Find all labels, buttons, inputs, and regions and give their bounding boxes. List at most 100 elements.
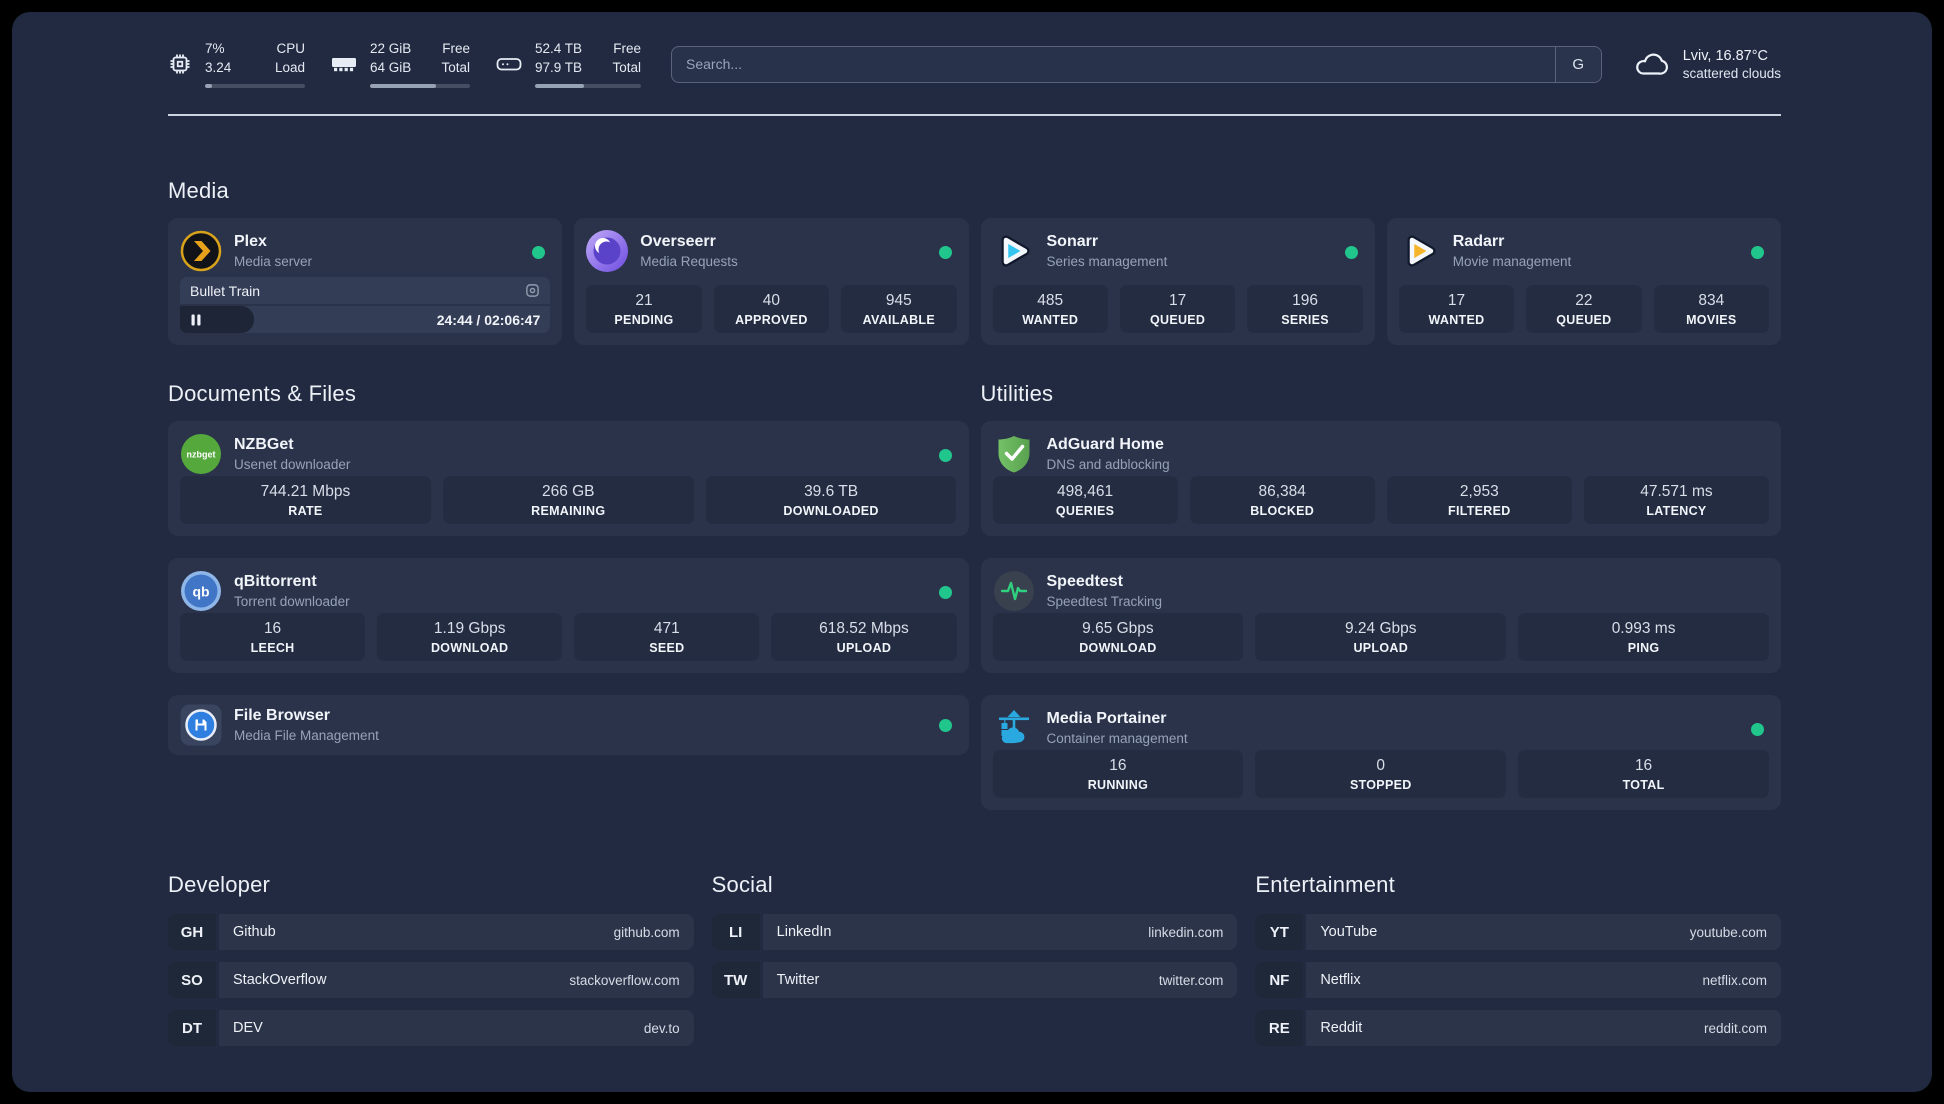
status-dot xyxy=(938,246,952,259)
stat-value: 16 xyxy=(1109,756,1127,774)
overseerr-stats: 21 PENDING 40 APPROVED 945 AVAILABLE xyxy=(586,285,957,333)
stat-upload: 618.52 Mbps UPLOAD xyxy=(771,613,957,661)
app-card-overseerr[interactable]: Overseerr Media Requests 21 PENDING 40 A… xyxy=(574,218,969,345)
bookmark-netflix[interactable]: NF Netflix netflix.com xyxy=(1255,962,1781,998)
stat-label: DOWNLOAD xyxy=(430,640,509,655)
header-divider xyxy=(168,114,1781,116)
app-card-portainer[interactable]: Media Portainer Container management 16 … xyxy=(980,695,1781,810)
playback-progress-bar[interactable]: 24:44 / 02:06:47 xyxy=(180,306,551,333)
plex-icon xyxy=(180,230,222,272)
adguard-stats: 498,461 QUERIES 86,384 BLOCKED 2,953 FIL… xyxy=(992,476,1769,524)
stat-pending: 21 PENDING xyxy=(586,285,702,333)
bookmark-abbr: SO xyxy=(168,962,216,998)
stat-label: MOVIES xyxy=(1686,312,1737,327)
stat-value: 0.993 ms xyxy=(1611,619,1676,637)
stat-series: 196 SERIES xyxy=(1247,285,1363,333)
section-title-utilities: Utilities xyxy=(980,381,1054,406)
stat-label: PENDING xyxy=(614,312,674,327)
cpu-stat-body: 7% 3.24 CPU Load xyxy=(205,40,305,89)
cpu-icon xyxy=(168,52,192,76)
search-input[interactable] xyxy=(672,46,1555,82)
app-card-nzbget[interactable]: nzbget NZBGet Usenet downloader 744.21 M… xyxy=(168,421,969,536)
stat-movies: 834 MOVIES xyxy=(1653,285,1770,333)
app-title: Plex xyxy=(234,233,267,250)
app-card-plex[interactable]: Plex Media server Bullet Train 24:44 / 0… xyxy=(168,218,563,345)
app-title: Radarr xyxy=(1452,233,1505,250)
media-type-icon xyxy=(525,283,540,298)
documents-cards: nzbget NZBGet Usenet downloader 744.21 M… xyxy=(168,421,969,755)
status-dot xyxy=(938,449,952,462)
stat-wanted: 485 WANTED xyxy=(992,285,1108,333)
bookmark-abbr: NF xyxy=(1255,962,1304,998)
plex-header: Plex Media server xyxy=(180,230,550,272)
stat-label: DOWNLOADED xyxy=(783,503,879,518)
stat-label: RATE xyxy=(288,503,323,518)
media-cards-row: Plex Media server Bullet Train 24:44 / 0… xyxy=(168,218,1781,345)
sonarr-icon xyxy=(993,230,1035,272)
bookmark-stackoverflow[interactable]: SO StackOverflow stackoverflow.com xyxy=(168,962,694,998)
stat-download: 1.19 Gbps DOWNLOAD xyxy=(377,613,563,661)
memory-total-value: 64 GiB xyxy=(370,59,412,75)
bookmark-group-title: Social xyxy=(711,872,773,897)
stat-label: UPLOAD xyxy=(1353,640,1409,655)
bookmark-group-entertainment: Entertainment YT YouTube youtube.com NF … xyxy=(1255,872,1781,1058)
stat-filtered: 2,953 FILTERED xyxy=(1386,476,1572,524)
bookmark-url: youtube.com xyxy=(1689,924,1767,940)
app-card-radarr[interactable]: Radarr Movie management 17 WANTED 22 QUE… xyxy=(1386,218,1781,345)
stat-value: 17 xyxy=(1447,291,1466,309)
stat-value: 47.571 ms xyxy=(1640,482,1713,500)
stat-value: 40 xyxy=(762,291,780,309)
bookmark-twitter[interactable]: TW Twitter twitter.com xyxy=(711,962,1238,998)
bookmark-name: LinkedIn xyxy=(776,924,832,940)
stat-label: SERIES xyxy=(1281,312,1329,327)
disk-progress-bar xyxy=(535,83,641,89)
stat-queued: 22 QUEUED xyxy=(1526,285,1642,333)
nzbget-icon: nzbget xyxy=(180,433,222,475)
stat-value: 2,953 xyxy=(1459,482,1499,500)
bookmark-reddit[interactable]: RE Reddit reddit.com xyxy=(1255,1010,1781,1046)
app-subtitle: Container management xyxy=(1046,731,1188,746)
bookmark-abbr: DT xyxy=(168,1010,216,1046)
bookmark-url: twitter.com xyxy=(1158,972,1224,988)
stat-remaining: 266 GB REMAINING xyxy=(442,476,694,524)
app-card-filebrowser[interactable]: File Browser Media File Management xyxy=(168,695,969,755)
stat-label: UPLOAD xyxy=(836,640,892,655)
pause-icon[interactable] xyxy=(180,314,201,326)
bookmark-youtube[interactable]: YT YouTube youtube.com xyxy=(1255,914,1781,950)
overseerr-titles: Overseerr Media Requests xyxy=(640,233,738,269)
bookmark-dev[interactable]: DT DEV dev.to xyxy=(168,1010,694,1046)
stat-rate: 744.21 Mbps RATE xyxy=(180,476,431,524)
stat-wanted: 17 WANTED xyxy=(1398,285,1515,333)
bookmark-github[interactable]: GH Github github.com xyxy=(168,914,694,950)
app-subtitle: Usenet downloader xyxy=(234,457,351,472)
stat-label: STOPPED xyxy=(1349,777,1412,792)
app-subtitle: Speedtest Tracking xyxy=(1046,594,1163,609)
adguard-icon xyxy=(993,433,1035,475)
bookmarks-sections: Developer GH Github github.com SO StackO… xyxy=(168,872,1781,1058)
portainer-header: Media Portainer Container management xyxy=(993,707,1770,749)
stat-value: 16 xyxy=(1634,756,1653,774)
stat-download: 9.65 Gbps DOWNLOAD xyxy=(992,613,1244,661)
app-card-sonarr[interactable]: Sonarr Series management 485 WANTED 17 Q… xyxy=(980,218,1375,345)
stat-seed: 471 SEED xyxy=(574,613,760,661)
app-card-qbittorrent[interactable]: qb qBittorrent Torrent downloader 16 LEE… xyxy=(168,558,969,673)
now-playing-title: Bullet Train xyxy=(190,282,261,299)
bookmark-pill: Twitter twitter.com xyxy=(762,962,1238,998)
stat-label: AVAILABLE xyxy=(862,312,935,327)
memory-progress-bar xyxy=(370,83,470,89)
system-stats: 7% 3.24 CPU Load 22 GiB 64 GiB Free Tota… xyxy=(168,40,641,89)
app-card-adguard[interactable]: AdGuard Home DNS and adblocking 498,461 … xyxy=(980,421,1781,536)
stat-label: QUERIES xyxy=(1055,503,1115,518)
filebrowser-icon xyxy=(180,704,222,746)
bookmark-linkedin[interactable]: LI LinkedIn linkedin.com xyxy=(711,914,1238,950)
radarr-titles: Radarr Movie management xyxy=(1453,233,1572,269)
app-card-speedtest[interactable]: Speedtest Speedtest Tracking 9.65 Gbps D… xyxy=(980,558,1781,673)
section-title-media: Media xyxy=(168,178,229,203)
stat-label: WANTED xyxy=(1428,312,1485,327)
cpu-load-label: Load xyxy=(274,59,305,75)
bookmark-group-title: Developer xyxy=(168,872,271,897)
portainer-stats: 16 RUNNING 0 STOPPED 16 TOTAL xyxy=(992,750,1770,798)
search-engine-button[interactable]: G xyxy=(1554,46,1601,82)
stat-value: 485 xyxy=(1037,291,1064,309)
stat-leech: 16 LEECH xyxy=(180,613,366,661)
